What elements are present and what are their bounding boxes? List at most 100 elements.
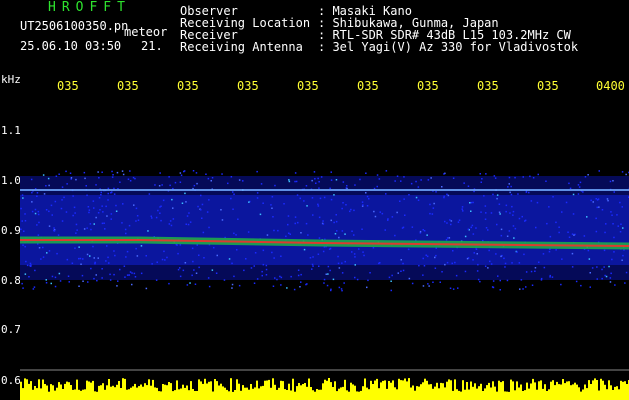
meter-bar <box>330 382 332 400</box>
noise-dot <box>496 194 499 196</box>
freq-tick: 1.1 <box>1 124 21 137</box>
noise-dot <box>323 282 325 284</box>
noise-dot <box>93 223 95 225</box>
noise-dot <box>65 211 68 213</box>
noise-dot <box>327 265 330 268</box>
meter-bar <box>238 383 240 400</box>
noise-dot <box>135 207 138 210</box>
noise-dot <box>23 230 25 232</box>
noise-dot <box>622 254 624 257</box>
meter-bar <box>96 391 98 400</box>
meter-bar <box>56 387 58 400</box>
noise-dot <box>58 173 60 175</box>
noise-dot <box>232 208 234 210</box>
noise-dot <box>601 209 604 211</box>
noise-dot <box>106 245 108 247</box>
meter-bar <box>440 382 442 400</box>
noise-dot <box>200 209 202 211</box>
meter-bar <box>602 380 604 400</box>
noise-dot <box>99 209 101 211</box>
noise-dot <box>504 262 507 265</box>
meter-bar <box>150 385 152 400</box>
mode-label: meteor <box>124 25 168 39</box>
meter-bar <box>20 381 22 400</box>
noise-dot <box>280 255 282 257</box>
noise-dot <box>272 285 275 287</box>
noise-dot <box>235 234 237 236</box>
meter-bar <box>464 389 466 400</box>
noise-dot <box>36 195 38 197</box>
meter-bar <box>294 391 296 400</box>
noise-dot <box>168 176 170 178</box>
noise-dot <box>145 255 147 257</box>
noise-dot <box>67 275 70 277</box>
meter-bar <box>516 381 518 400</box>
meter-bar <box>460 391 462 400</box>
noise-dot <box>134 177 136 180</box>
noise-dot <box>525 286 527 288</box>
noise-dot <box>134 276 137 278</box>
noise-dot <box>425 254 427 256</box>
noise-dot <box>294 180 296 183</box>
noise-dot <box>40 258 42 260</box>
noise-dot <box>318 237 321 239</box>
noise-dot <box>506 235 509 237</box>
noise-dot <box>463 182 465 184</box>
meter-bar <box>74 389 76 400</box>
meter-bar <box>554 385 556 400</box>
noise-dot <box>256 170 258 173</box>
noise-dot <box>358 248 360 250</box>
noise-dot <box>42 256 45 258</box>
noise-dot <box>30 265 32 267</box>
noise-dot <box>341 207 343 210</box>
noise-dot <box>131 272 133 274</box>
meter-bar <box>378 388 380 400</box>
meter-bar <box>156 387 158 400</box>
meter-bar <box>256 380 258 400</box>
noise-dot <box>154 184 156 186</box>
spectrogram <box>20 100 629 400</box>
noise-dot <box>176 244 178 246</box>
noise-dot <box>312 265 314 267</box>
noise-dot <box>499 279 501 282</box>
noise-dot <box>83 228 86 230</box>
meter-bar <box>412 385 414 400</box>
noise-dot <box>596 278 598 280</box>
noise-dot <box>151 217 153 219</box>
noise-dot <box>115 210 118 212</box>
noise-dot <box>87 206 90 208</box>
noise-dot <box>286 287 288 289</box>
noise-dot <box>346 185 348 187</box>
noise-dot <box>184 192 186 195</box>
noise-dot <box>34 212 37 215</box>
noise-dot <box>351 251 353 253</box>
noise-dot <box>133 272 136 275</box>
noise-dot <box>611 258 613 261</box>
meter-bar <box>380 382 382 400</box>
noise-dot <box>540 277 543 280</box>
noise-dot <box>129 271 132 273</box>
noise-dot <box>187 223 190 226</box>
noise-dot <box>236 249 238 251</box>
noise-dot <box>470 226 472 229</box>
noise-dot <box>484 205 487 207</box>
meter-bar <box>112 385 114 400</box>
noise-dot <box>211 177 214 179</box>
meter-bar <box>582 389 584 400</box>
noise-dot <box>105 205 107 208</box>
noise-dot <box>317 205 320 207</box>
noise-dot <box>121 222 123 224</box>
noise-dot <box>186 215 189 217</box>
noise-dot <box>504 266 506 268</box>
noise-dot <box>476 253 478 255</box>
meter-bar <box>68 382 70 400</box>
noise-dot <box>411 282 414 285</box>
noise-dot <box>605 223 607 225</box>
noise-dot <box>327 273 329 275</box>
noise-dot <box>487 229 489 231</box>
noise-dot <box>45 279 47 281</box>
noise-dot <box>161 258 164 261</box>
meter-bar <box>286 390 288 400</box>
noise-dot <box>266 234 269 236</box>
noise-dot <box>328 248 331 250</box>
